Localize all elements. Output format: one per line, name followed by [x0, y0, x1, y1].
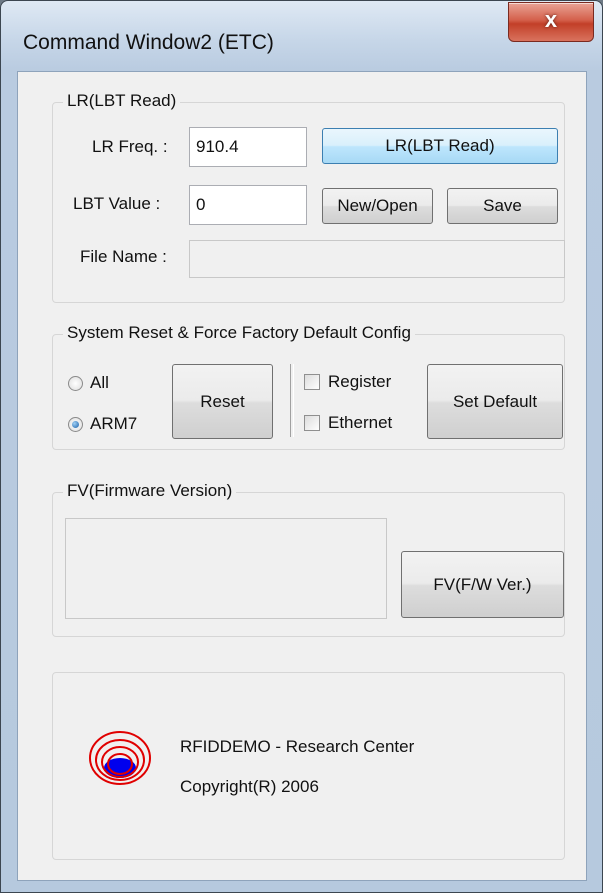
fv-group-title: FV(Firmware Version)	[63, 481, 237, 501]
radio-all-label[interactable]: All	[90, 373, 109, 393]
close-icon: x	[544, 7, 558, 32]
file-name-label: File Name :	[80, 247, 167, 266]
register-checkbox[interactable]	[304, 374, 320, 390]
client-area: LR(LBT Read) LR Freq. : 910.4 LR(LBT Rea…	[17, 71, 587, 881]
lr-freq-input[interactable]: 910.4	[189, 127, 307, 167]
lr-freq-label: LR Freq. :	[92, 137, 168, 156]
command-window: Command Window2 (ETC) x LR(LBT Read) LR …	[0, 0, 603, 893]
lr-group-title: LR(LBT Read)	[63, 91, 181, 111]
fv-button[interactable]: FV(F/W Ver.)	[401, 551, 564, 618]
set-default-button[interactable]: Set Default	[427, 364, 563, 439]
title-bar[interactable]: Command Window2 (ETC) x	[1, 1, 602, 71]
ethernet-checkbox[interactable]	[304, 415, 320, 431]
ethernet-checkbox-label[interactable]: Ethernet	[328, 413, 392, 433]
close-button[interactable]: x	[508, 2, 594, 42]
radio-arm7[interactable]	[68, 417, 83, 432]
lr-read-button[interactable]: LR(LBT Read)	[322, 128, 558, 164]
reset-group-title: System Reset & Force Factory Default Con…	[63, 323, 415, 343]
rfid-signal-logo-icon	[89, 731, 151, 785]
lbt-value-label: LBT Value :	[73, 194, 161, 213]
register-checkbox-label[interactable]: Register	[328, 372, 391, 392]
reset-button[interactable]: Reset	[172, 364, 273, 439]
save-button[interactable]: Save	[447, 188, 558, 224]
lbt-value-input[interactable]: 0	[189, 185, 307, 225]
new-open-button[interactable]: New/Open	[322, 188, 433, 224]
window-title: Command Window2 (ETC)	[23, 31, 274, 54]
radio-selected-dot-icon	[72, 421, 79, 428]
firmware-version-field	[65, 518, 387, 619]
radio-all[interactable]	[68, 376, 83, 391]
copyright-text: Copyright(R) 2006	[180, 777, 319, 796]
radio-arm7-label[interactable]: ARM7	[90, 414, 137, 434]
company-name: RFIDDEMO - Research Center	[180, 737, 415, 756]
file-name-field	[189, 240, 565, 278]
vertical-divider	[290, 364, 294, 437]
